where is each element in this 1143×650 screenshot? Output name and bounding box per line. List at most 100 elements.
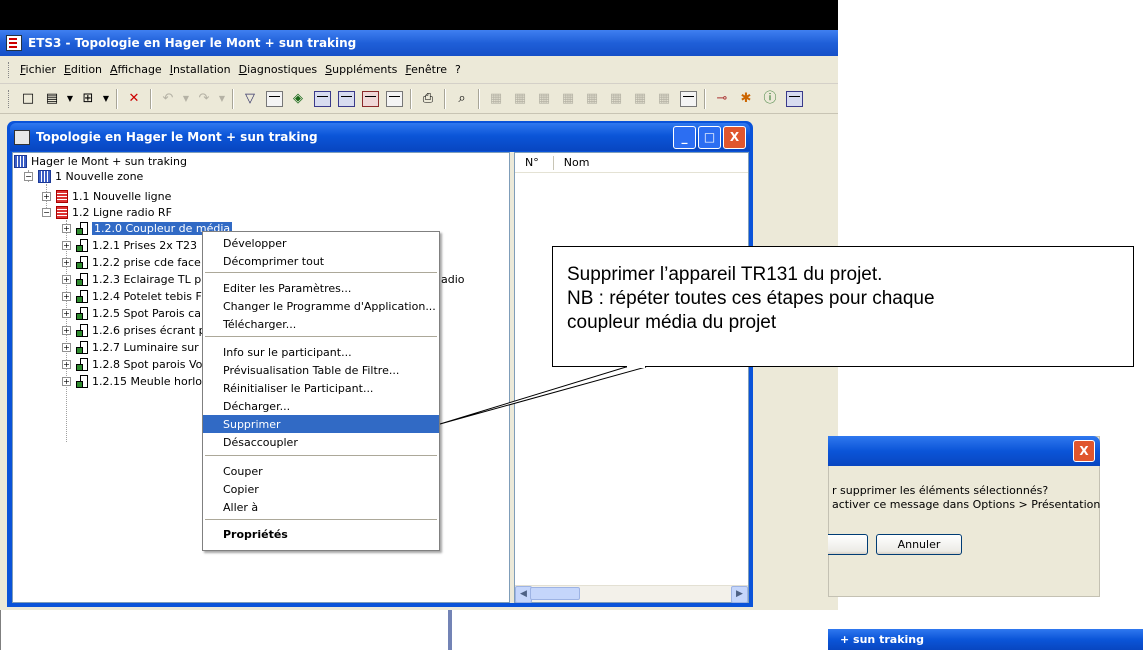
- toolbar-grip[interactable]: [8, 89, 12, 108]
- menu-item-copier[interactable]: Copier: [203, 480, 439, 498]
- expand-icon[interactable]: +: [62, 241, 71, 250]
- menu-item-telecharger[interactable]: Télécharger...: [203, 315, 439, 333]
- undo-dropdown-icon[interactable]: ▼: [182, 90, 190, 108]
- menubar-grip[interactable]: [8, 61, 12, 78]
- menu-item-changer-programme[interactable]: Changer le Programme d'Application...: [203, 297, 439, 315]
- tree-node-line-1-1[interactable]: + 1.1 Nouvelle ligne: [42, 190, 171, 203]
- menu-item-previsualisation-filtre[interactable]: Prévisualisation Table de Filtre...: [203, 361, 439, 379]
- tree-node-device[interactable]: + 1.2.5 Spot Parois ca: [62, 307, 201, 320]
- program-icon-4[interactable]: ▦: [558, 90, 578, 108]
- print-icon[interactable]: ⎙: [418, 90, 438, 108]
- tree-node-label: 1.2 Ligne radio RF: [72, 206, 172, 219]
- expand-icon[interactable]: +: [62, 224, 71, 233]
- tree-node-device[interactable]: + 1.2.7 Luminaire sur: [62, 341, 199, 354]
- expand-icon[interactable]: +: [62, 326, 71, 335]
- topology-view-icon[interactable]: [360, 90, 380, 108]
- confirm-dialog-title-bar[interactable]: [828, 436, 1100, 466]
- new-file-icon[interactable]: □: [18, 90, 38, 108]
- scroll-right-icon[interactable]: ▶: [731, 585, 748, 603]
- topology-window-title-bar[interactable]: Topologie en Hager le Mont + sun traking…: [10, 123, 750, 151]
- tree-node-device[interactable]: + 1.2.4 Potelet tebis F: [62, 290, 202, 303]
- properties-icon[interactable]: [264, 90, 284, 108]
- open-dropdown-icon[interactable]: ▼: [66, 90, 74, 108]
- expand-icon[interactable]: +: [62, 377, 71, 386]
- dialog-ok-button[interactable]: [828, 534, 868, 555]
- program-icon-5[interactable]: ▦: [582, 90, 602, 108]
- device-icon: [76, 324, 88, 337]
- minimize-button[interactable]: _: [673, 125, 696, 149]
- find-icon[interactable]: ⌕: [452, 90, 472, 108]
- connector-icon[interactable]: ⊸: [712, 90, 732, 108]
- program-icon-1[interactable]: ▦: [486, 90, 506, 108]
- redo-icon[interactable]: ↷: [194, 90, 214, 108]
- program-icon-8[interactable]: ▦: [654, 90, 674, 108]
- app-title-text: ETS3 - Topologie en Hager le Mont + sun …: [28, 36, 357, 50]
- menu-item-couper[interactable]: Couper: [203, 462, 439, 480]
- table-view-icon[interactable]: [336, 90, 356, 108]
- collapse-icon[interactable]: −: [42, 208, 51, 217]
- expand-icon[interactable]: +: [62, 258, 71, 267]
- menu-item-decomprimer-tout[interactable]: Décomprimer tout: [203, 252, 439, 270]
- menu-fenetre[interactable]: Fenêtre: [401, 63, 451, 76]
- menu-supplements[interactable]: Suppléments: [321, 63, 401, 76]
- insert-icon[interactable]: ⊞: [78, 90, 98, 108]
- menu-item-developper[interactable]: Développer: [203, 234, 439, 252]
- tree-node-device[interactable]: + 1.2.1 Prises 2x T23: [62, 239, 197, 252]
- collapse-icon[interactable]: −: [24, 172, 33, 181]
- tree-node-device[interactable]: + 1.2.6 prises écrant p: [62, 324, 206, 337]
- tree-node-device[interactable]: + 1.2.8 Spot parois Vo: [62, 358, 202, 371]
- bus-monitor-icon[interactable]: [784, 90, 804, 108]
- program-icon-3[interactable]: ▦: [534, 90, 554, 108]
- menu-fichier[interactable]: Fichier: [16, 63, 60, 76]
- program-icon-6[interactable]: ▦: [606, 90, 626, 108]
- menu-item-proprietes[interactable]: Propriétés: [203, 525, 439, 543]
- background-window-title-bar[interactable]: + sun traking: [828, 629, 1143, 650]
- scrollbar-thumb[interactable]: [530, 587, 580, 600]
- column-name-header[interactable]: Nom: [554, 156, 590, 169]
- maximize-button[interactable]: □: [698, 125, 721, 149]
- program-icon-7[interactable]: ▦: [630, 90, 650, 108]
- tree-node-device[interactable]: + 1.2.2 prise cde face: [62, 256, 201, 269]
- menu-item-reinitialiser[interactable]: Réinitialiser le Participant...: [203, 379, 439, 397]
- menu-help[interactable]: ?: [451, 63, 465, 76]
- menu-affichage[interactable]: Affichage: [106, 63, 166, 76]
- expand-icon[interactable]: +: [62, 360, 71, 369]
- expand-icon[interactable]: +: [62, 309, 71, 318]
- menu-item-supprimer[interactable]: Supprimer: [203, 415, 439, 433]
- menu-edition[interactable]: Edition: [60, 63, 106, 76]
- menu-item-info-participant[interactable]: Info sur le participant...: [203, 343, 439, 361]
- tag-icon[interactable]: ◈: [288, 90, 308, 108]
- expand-icon[interactable]: +: [62, 275, 71, 284]
- menu-item-aller-a[interactable]: Aller à: [203, 498, 439, 516]
- menu-item-decharger[interactable]: Décharger...: [203, 397, 439, 415]
- info-icon[interactable]: ⓘ: [760, 90, 780, 108]
- menu-installation[interactable]: Installation: [166, 63, 235, 76]
- filter-icon[interactable]: ▽: [240, 90, 260, 108]
- dialog-cancel-button[interactable]: Annuler: [876, 534, 962, 555]
- menu-item-editer-parametres[interactable]: Editer les Paramètres...: [203, 279, 439, 297]
- tree-node-project[interactable]: Hager le Mont + sun traking: [14, 155, 187, 168]
- window-view-icon[interactable]: [384, 90, 404, 108]
- expand-icon[interactable]: +: [62, 343, 71, 352]
- close-button[interactable]: X: [723, 125, 746, 149]
- tree-node-line-1-2[interactable]: − 1.2 Ligne radio RF: [42, 206, 172, 219]
- monitor-icon[interactable]: [678, 90, 698, 108]
- expand-icon[interactable]: +: [42, 192, 51, 201]
- open-folder-icon[interactable]: ▤: [42, 90, 62, 108]
- undo-icon[interactable]: ↶: [158, 90, 178, 108]
- menu-item-desaccoupler[interactable]: Désaccoupler: [203, 433, 439, 451]
- expand-icon[interactable]: +: [62, 292, 71, 301]
- tree-node-zone[interactable]: − 1 Nouvelle zone: [24, 170, 143, 183]
- tree-node-device[interactable]: + 1.2.3 Eclairage TL p: [62, 273, 201, 286]
- delete-icon[interactable]: ✕: [124, 90, 144, 108]
- dialog-close-button[interactable]: X: [1073, 440, 1095, 462]
- diagnostic-icon[interactable]: ✱: [736, 90, 756, 108]
- program-icon-2[interactable]: ▦: [510, 90, 530, 108]
- grid-view-icon[interactable]: [312, 90, 332, 108]
- menu-diagnostiques[interactable]: Diagnostiques: [235, 63, 322, 76]
- column-number-header[interactable]: N°: [515, 156, 539, 169]
- device-icon: [76, 290, 88, 303]
- tree-node-device[interactable]: + 1.2.15 Meuble horlo: [62, 375, 202, 388]
- insert-dropdown-icon[interactable]: ▼: [102, 90, 110, 108]
- redo-dropdown-icon[interactable]: ▼: [218, 90, 226, 108]
